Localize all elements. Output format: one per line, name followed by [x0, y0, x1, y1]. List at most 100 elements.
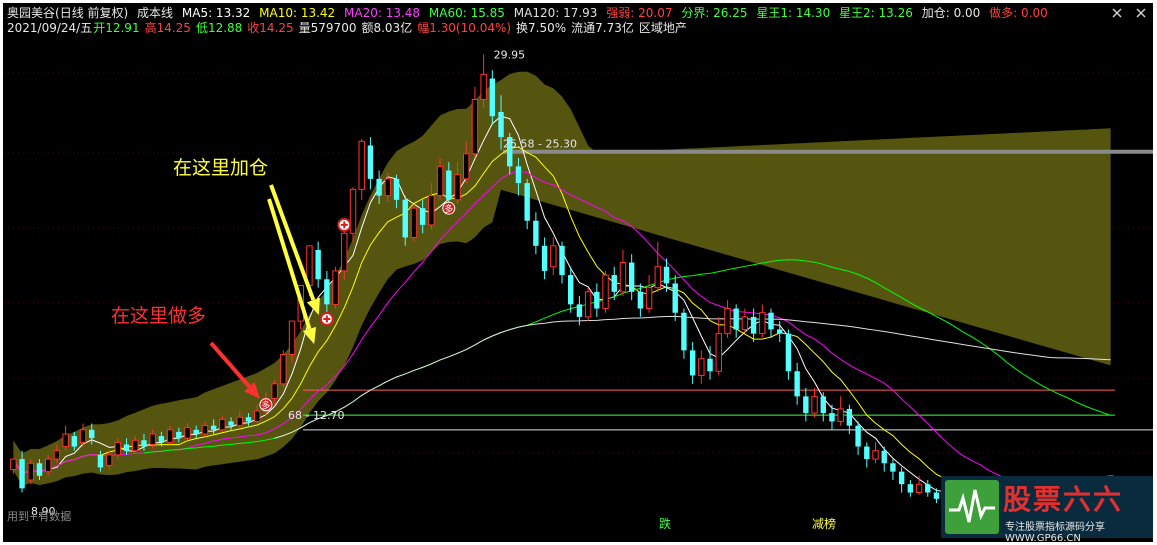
candle-down: [210, 425, 217, 430]
candle-up: [114, 441, 122, 456]
quote-sector[interactable]: 区域地产: [639, 21, 687, 35]
zuoduo-value: 做多: 0.00: [989, 6, 1048, 20]
lower-range-label: 68 - 12.70: [288, 409, 344, 422]
peak-price-label: 29.95: [494, 49, 526, 62]
candle-down: [498, 112, 504, 138]
candle-up: [872, 450, 879, 460]
jiacang-value: 加仓: 0.00: [921, 6, 981, 20]
candle-down: [367, 145, 374, 179]
strength-value: 强弱: 20.07: [606, 6, 673, 20]
candle-down: [568, 275, 574, 305]
add-position-marker: [337, 217, 352, 232]
quote-open: 开12.91: [93, 21, 140, 35]
xingwang1-value: 星王1: 14.30: [756, 6, 831, 20]
candle-up: [436, 165, 444, 197]
ma5-value: MA5: 13.32: [181, 6, 251, 20]
candle-down: [794, 371, 800, 397]
add-position-annotation: 在这里加仓: [173, 157, 269, 179]
quote-volume: 量579700: [298, 21, 357, 35]
candle-down: [376, 178, 382, 196]
add-position-marker: [319, 312, 334, 326]
candle-up: [454, 174, 461, 201]
candle-down: [689, 350, 696, 376]
candle-down: [820, 396, 826, 414]
candle-down: [628, 262, 635, 292]
candle-up: [550, 245, 557, 268]
candle-up: [62, 433, 69, 448]
candle-down: [228, 421, 234, 426]
candle-down: [89, 429, 95, 439]
candle-up: [915, 483, 923, 494]
svg-text:多: 多: [261, 400, 270, 412]
quote-close: 收14.25: [247, 21, 294, 35]
ma120-value: MA120: 17.93: [513, 6, 598, 20]
candle-down: [324, 279, 330, 305]
close-icon[interactable]: [1110, 6, 1124, 20]
candle-down: [611, 275, 617, 292]
indicator-header: 奥园美谷(日线 前复权) 成本线 MA5: 13.32 MA10: 13.42 …: [7, 5, 1053, 21]
candle-down: [193, 429, 199, 434]
candle-down: [829, 413, 835, 422]
candlestick-chart[interactable]: 多多29.9525.58 - 25.3068 - 12.708.90: [3, 3, 1153, 542]
candle-down: [594, 291, 600, 309]
upper-range-label: 25.58 - 25.30: [503, 138, 577, 151]
candle-up: [428, 195, 435, 226]
candle-up: [384, 178, 392, 197]
ma20-value: MA20: 13.48: [344, 6, 421, 20]
quote-amount: 额8.03亿: [361, 21, 413, 35]
indicator-name[interactable]: 成本线: [137, 6, 173, 20]
quote-header: 2021/09/24/五开12.91 高14.25 低12.88 收14.25 量579…: [7, 20, 692, 36]
candle-up: [166, 429, 174, 443]
ma10-value: MA10: 13.42: [259, 6, 336, 20]
close-icon[interactable]: [1134, 6, 1148, 20]
candle-up: [53, 450, 61, 460]
candle-up: [471, 98, 479, 155]
candle-up: [184, 427, 191, 439]
candle-up: [724, 308, 731, 335]
candle-up: [79, 429, 87, 443]
candle-down: [245, 417, 252, 422]
quote-high: 高14.25: [144, 21, 191, 35]
candle-up: [201, 425, 209, 435]
candle-down: [907, 484, 914, 493]
candle-down: [864, 446, 870, 460]
candle-down: [672, 283, 678, 313]
candle-up: [358, 140, 365, 190]
stock-name[interactable]: 奥园美谷: [7, 6, 55, 20]
candle-up: [10, 458, 17, 471]
candle-down: [785, 333, 792, 372]
candle-up: [44, 458, 52, 473]
boundary-value: 分界: 26.25: [681, 6, 748, 20]
candle-up: [288, 320, 296, 356]
candle-down: [681, 312, 687, 351]
quote-float: 流通7.73亿: [571, 21, 634, 35]
candle-down: [158, 436, 165, 443]
candle-down: [446, 170, 452, 200]
candle-up: [741, 316, 749, 330]
candle-down: [315, 250, 321, 280]
candle-down: [855, 425, 861, 447]
candle-up: [602, 274, 609, 310]
candle-up: [105, 454, 113, 466]
candle-up: [645, 287, 653, 310]
candle-down: [890, 463, 896, 472]
logo-mark-icon: [945, 480, 999, 534]
quote-date: 2021/09/24/五: [7, 21, 93, 35]
candle-up: [27, 462, 34, 481]
period-label[interactable]: (日线 前复权): [55, 6, 128, 20]
candle-up: [619, 262, 627, 293]
candle-down: [419, 208, 426, 225]
candle-down: [768, 312, 774, 330]
candle-down: [803, 396, 809, 414]
candle-down: [925, 484, 931, 493]
candle-up: [654, 266, 661, 289]
candle-up: [463, 153, 470, 180]
candle-up: [132, 439, 139, 452]
candle-up: [219, 418, 226, 431]
candle-up: [698, 358, 705, 376]
candle-down: [637, 291, 644, 309]
quote-change: 幅1.30(10.04%): [417, 21, 512, 35]
candle-up: [332, 270, 339, 305]
candle-down: [19, 459, 25, 489]
candle-down: [750, 316, 757, 334]
